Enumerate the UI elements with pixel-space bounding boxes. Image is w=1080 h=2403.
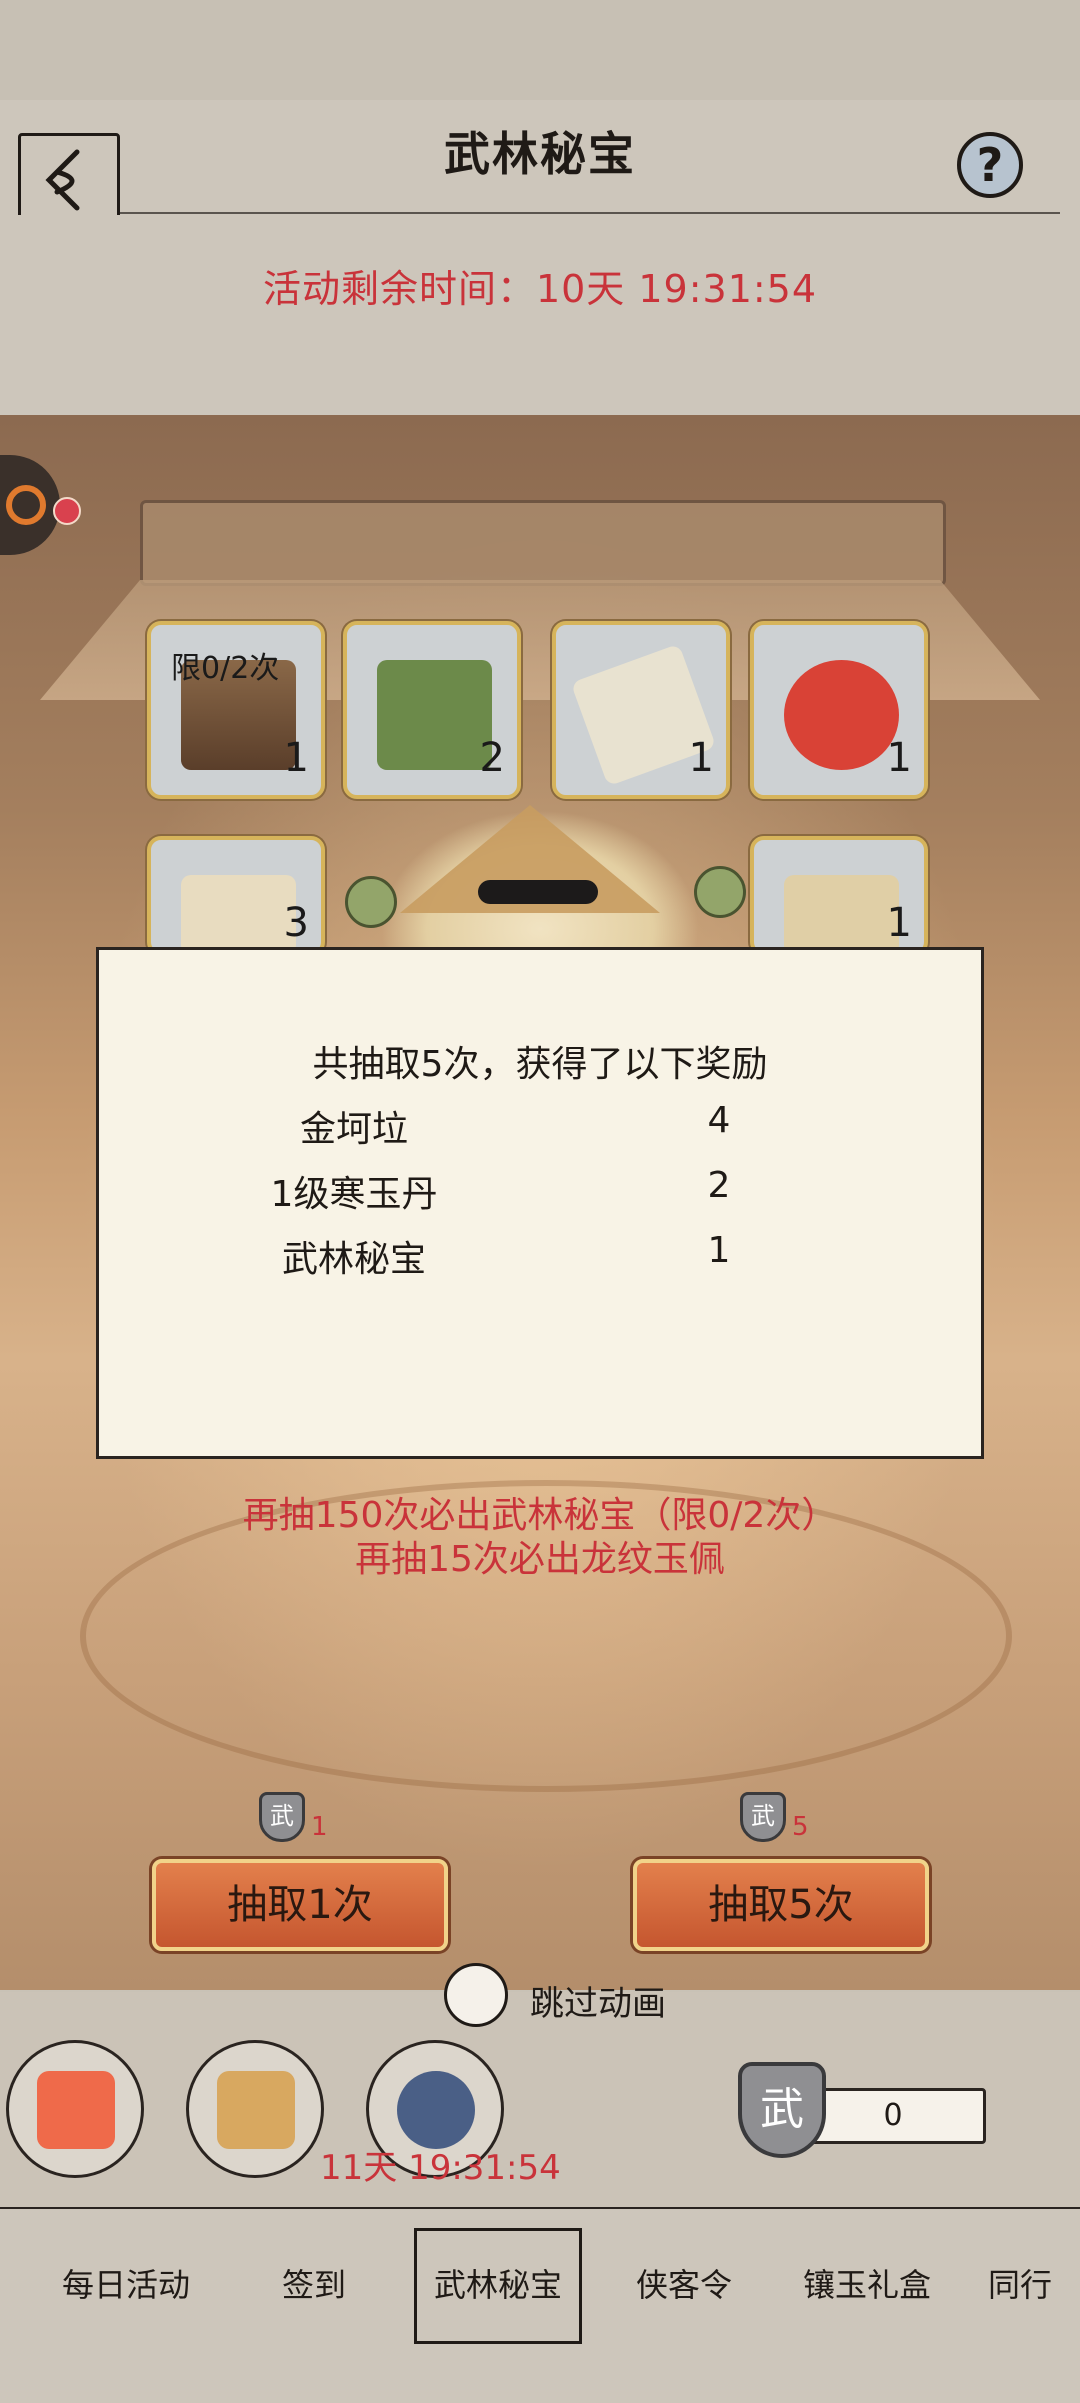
reward-qty: 4 <box>707 1100 731 1141</box>
money-bag-icon <box>784 660 899 770</box>
prize-qty: 2 <box>479 735 505 781</box>
coin-icon <box>694 866 746 918</box>
timer-band <box>0 215 1080 415</box>
prize-item-jinkela[interactable]: 2 <box>343 621 521 799</box>
skip-animation-toggle[interactable] <box>444 1963 508 2027</box>
calendar-button[interactable] <box>6 2040 144 2178</box>
tab-companion[interactable]: 同行 <box>988 2260 1052 2306</box>
prize-qty: 1 <box>886 900 912 946</box>
pavilion-roof <box>140 500 946 586</box>
tab-wulin-treasure[interactable]: 武林秘宝 <box>434 2260 562 2306</box>
tab-daily-activity[interactable]: 每日活动 <box>62 2260 190 2306</box>
wu-token-icon: 武 <box>740 1792 786 1842</box>
draw-5-button[interactable]: 抽取5次 <box>633 1859 929 1951</box>
jinkela-bag-icon <box>377 660 492 770</box>
prize-item-token[interactable]: 3 <box>147 836 325 956</box>
prize-item-hanyudan[interactable]: 1 <box>552 621 730 799</box>
shop-icon <box>217 2071 295 2149</box>
tab-xiake-token[interactable]: 侠客令 <box>636 2260 732 2306</box>
draw-result-dialog[interactable]: 共抽取5次，获得了以下奖励 金坷垃 4 1级寒玉丹 2 武林秘宝 1 <box>96 947 984 1459</box>
dock-timer: 11天 19:31:54 <box>320 2148 561 2188</box>
skip-animation-label: 跳过动画 <box>530 1984 666 2024</box>
wu-token-icon: 武 <box>259 1792 305 1842</box>
reward-name: 金坷垃 <box>299 1109 408 1150</box>
notification-dot <box>53 497 81 525</box>
hire-ticket-icon <box>784 875 899 955</box>
calendar-icon <box>37 2071 115 2149</box>
hero-portrait-icon <box>397 2071 475 2149</box>
mascot-mask <box>478 880 598 904</box>
status-bar-area <box>0 0 1080 100</box>
prize-qty: 1 <box>688 735 714 781</box>
draw-1-cost: 1 <box>311 1812 328 1842</box>
shop-button[interactable] <box>186 2040 324 2178</box>
prize-qty: 1 <box>886 735 912 781</box>
reward-row: 金坷垃 4 <box>99 1100 981 1160</box>
prize-qty: 1 <box>283 735 309 781</box>
header-divider <box>120 212 1060 214</box>
reward-name: 武林秘宝 <box>281 1239 426 1280</box>
reward-name: 1级寒玉丹 <box>270 1174 438 1215</box>
reward-qty: 2 <box>707 1165 731 1206</box>
tab-jade-giftbox[interactable]: 镶玉礼盒 <box>803 2260 931 2306</box>
help-button[interactable]: ? <box>957 132 1023 198</box>
reward-row: 武林秘宝 1 <box>99 1230 981 1290</box>
prize-item-hire-ticket[interactable]: 1 <box>750 836 928 956</box>
side-menu-icon <box>6 485 46 525</box>
token-plaque-icon <box>181 875 296 955</box>
draw-1-button[interactable]: 抽取1次 <box>152 1859 448 1951</box>
reward-row: 1级寒玉丹 2 <box>99 1165 981 1225</box>
draw-5-cost: 5 <box>792 1812 809 1842</box>
currency-amount: 0 <box>800 2088 986 2144</box>
prize-item-chest[interactable]: 限0/2次 1 <box>147 621 325 799</box>
dialog-heading: 共抽取5次，获得了以下奖励 <box>312 1044 768 1085</box>
wu-currency-icon: 武 <box>738 2062 826 2158</box>
event-remaining-time: 活动剩余时间：10天 19:31:54 <box>262 267 818 311</box>
prize-limit: 限0/2次 <box>171 651 280 686</box>
prize-item-money-bag[interactable]: 1 <box>750 621 928 799</box>
coin-icon <box>345 876 397 928</box>
page-title: 武林秘宝 <box>444 127 636 181</box>
prize-qty: 3 <box>283 900 309 946</box>
tab-sign-in[interactable]: 签到 <box>282 2260 346 2306</box>
pity-counter-jade: 再抽15次必出龙纹玉佩 <box>355 1539 725 1580</box>
reward-qty: 1 <box>707 1230 731 1271</box>
